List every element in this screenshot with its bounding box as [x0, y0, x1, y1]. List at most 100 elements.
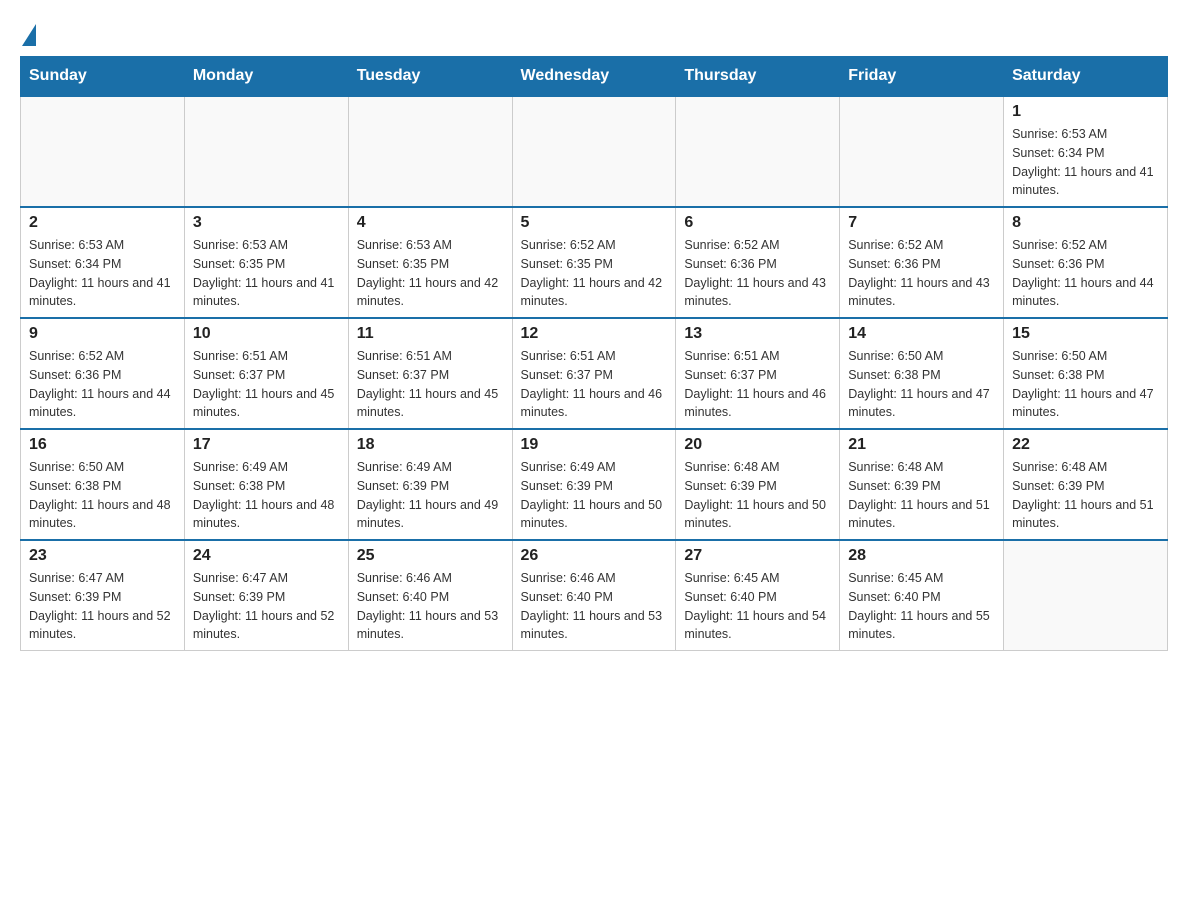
- calendar-cell: 16 Sunrise: 6:50 AMSunset: 6:38 PMDayligh…: [21, 429, 185, 540]
- day-info: Sunrise: 6:49 AMSunset: 6:38 PMDaylight:…: [193, 458, 340, 533]
- day-info: Sunrise: 6:48 AMSunset: 6:39 PMDaylight:…: [848, 458, 995, 533]
- calendar-cell: 23Sunrise: 6:47 AMSunset: 6:39 PMDayligh…: [21, 540, 185, 651]
- calendar-cell: 3 Sunrise: 6:53 AMSunset: 6:35 PMDaylight…: [184, 207, 348, 318]
- day-number: 7: [848, 214, 995, 232]
- day-info: Sunrise: 6:47 AMSunset: 6:39 PMDaylight:…: [193, 569, 340, 644]
- weekday-header-saturday: Saturday: [1004, 57, 1168, 97]
- day-number: 8: [1012, 214, 1159, 232]
- day-number: 23: [29, 547, 176, 565]
- day-info: Sunrise: 6:52 AMSunset: 6:36 PMDaylight:…: [29, 347, 176, 422]
- day-number: 16: [29, 436, 176, 454]
- calendar-cell: [348, 96, 512, 207]
- calendar-cell: 15 Sunrise: 6:50 AMSunset: 6:38 PMDayligh…: [1004, 318, 1168, 429]
- day-number: 17: [193, 436, 340, 454]
- day-info: Sunrise: 6:53 AMSunset: 6:34 PMDaylight:…: [29, 236, 176, 311]
- day-info: Sunrise: 6:45 AMSunset: 6:40 PMDaylight:…: [684, 569, 831, 644]
- calendar-cell: 2 Sunrise: 6:53 AMSunset: 6:34 PMDaylight…: [21, 207, 185, 318]
- calendar-cell: 6Sunrise: 6:52 AMSunset: 6:36 PMDaylight…: [676, 207, 840, 318]
- day-info: Sunrise: 6:53 AMSunset: 6:35 PMDaylight:…: [193, 236, 340, 311]
- calendar-week-row: 16 Sunrise: 6:50 AMSunset: 6:38 PMDayligh…: [21, 429, 1168, 540]
- calendar-cell: 14 Sunrise: 6:50 AMSunset: 6:38 PMDayligh…: [840, 318, 1004, 429]
- weekday-header-tuesday: Tuesday: [348, 57, 512, 97]
- day-info: Sunrise: 6:49 AMSunset: 6:39 PMDaylight:…: [521, 458, 668, 533]
- day-number: 22: [1012, 436, 1159, 454]
- day-number: 13: [684, 325, 831, 343]
- calendar-cell: 12 Sunrise: 6:51 AMSunset: 6:37 PMDayligh…: [512, 318, 676, 429]
- calendar-week-row: 23 Sunrise: 6:47 AMSunset: 6:39 PMDayligh…: [21, 540, 1168, 651]
- calendar-cell: [21, 96, 185, 207]
- calendar-header-row: SundayMondayTuesdayWednesdayThursdayFrid…: [21, 57, 1168, 97]
- weekday-header-sunday: Sunday: [21, 57, 185, 97]
- day-info: Sunrise: 6:52 AMSunset: 6:35 PMDaylight:…: [521, 236, 668, 311]
- calendar-cell: 19Sunrise: 6:49 AMSunset: 6:39 PMDayligh…: [512, 429, 676, 540]
- calendar-cell: 21 Sunrise: 6:48 AMSunset: 6:39 PMDayligh…: [840, 429, 1004, 540]
- day-number: 27: [684, 547, 831, 565]
- day-info: Sunrise: 6:45 AMSunset: 6:40 PMDaylight:…: [848, 569, 995, 644]
- day-number: 15: [1012, 325, 1159, 343]
- day-number: 20: [684, 436, 831, 454]
- day-number: 4: [357, 214, 504, 232]
- calendar-cell: [512, 96, 676, 207]
- day-number: 24: [193, 547, 340, 565]
- day-info: Sunrise: 6:53 AMSunset: 6:34 PMDaylight:…: [1012, 125, 1159, 200]
- calendar-cell: 9 Sunrise: 6:52 AMSunset: 6:36 PMDaylight…: [21, 318, 185, 429]
- day-number: 21: [848, 436, 995, 454]
- calendar-cell: 22 Sunrise: 6:48 AMSunset: 6:39 PMDayligh…: [1004, 429, 1168, 540]
- calendar-week-row: 2 Sunrise: 6:53 AMSunset: 6:34 PMDaylight…: [21, 207, 1168, 318]
- day-info: Sunrise: 6:51 AMSunset: 6:37 PMDaylight:…: [193, 347, 340, 422]
- calendar-cell: 25Sunrise: 6:46 AMSunset: 6:40 PMDayligh…: [348, 540, 512, 651]
- day-number: 9: [29, 325, 176, 343]
- calendar-cell: 26 Sunrise: 6:46 AMSunset: 6:40 PMDayligh…: [512, 540, 676, 651]
- calendar-cell: [184, 96, 348, 207]
- calendar-cell: 1 Sunrise: 6:53 AMSunset: 6:34 PMDaylight…: [1004, 96, 1168, 207]
- day-number: 1: [1012, 103, 1159, 121]
- calendar-cell: 4 Sunrise: 6:53 AMSunset: 6:35 PMDaylight…: [348, 207, 512, 318]
- day-info: Sunrise: 6:52 AMSunset: 6:36 PMDaylight:…: [848, 236, 995, 311]
- day-info: Sunrise: 6:50 AMSunset: 6:38 PMDaylight:…: [848, 347, 995, 422]
- day-number: 28: [848, 547, 995, 565]
- weekday-header-thursday: Thursday: [676, 57, 840, 97]
- day-info: Sunrise: 6:53 AMSunset: 6:35 PMDaylight:…: [357, 236, 504, 311]
- calendar-cell: [1004, 540, 1168, 651]
- calendar-cell: 5 Sunrise: 6:52 AMSunset: 6:35 PMDaylight…: [512, 207, 676, 318]
- day-info: Sunrise: 6:48 AMSunset: 6:39 PMDaylight:…: [1012, 458, 1159, 533]
- calendar-cell: 17 Sunrise: 6:49 AMSunset: 6:38 PMDayligh…: [184, 429, 348, 540]
- weekday-header-wednesday: Wednesday: [512, 57, 676, 97]
- calendar-cell: [676, 96, 840, 207]
- day-number: 5: [521, 214, 668, 232]
- calendar-cell: 28 Sunrise: 6:45 AMSunset: 6:40 PMDayligh…: [840, 540, 1004, 651]
- day-info: Sunrise: 6:51 AMSunset: 6:37 PMDaylight:…: [684, 347, 831, 422]
- day-info: Sunrise: 6:48 AMSunset: 6:39 PMDaylight:…: [684, 458, 831, 533]
- day-number: 26: [521, 547, 668, 565]
- day-number: 18: [357, 436, 504, 454]
- calendar-cell: [840, 96, 1004, 207]
- weekday-header-friday: Friday: [840, 57, 1004, 97]
- day-info: Sunrise: 6:50 AMSunset: 6:38 PMDaylight:…: [29, 458, 176, 533]
- day-number: 11: [357, 325, 504, 343]
- page-header: [20, 20, 1168, 46]
- weekday-header-monday: Monday: [184, 57, 348, 97]
- calendar-week-row: 9 Sunrise: 6:52 AMSunset: 6:36 PMDaylight…: [21, 318, 1168, 429]
- day-number: 3: [193, 214, 340, 232]
- day-info: Sunrise: 6:50 AMSunset: 6:38 PMDaylight:…: [1012, 347, 1159, 422]
- day-number: 2: [29, 214, 176, 232]
- calendar-week-row: 1 Sunrise: 6:53 AMSunset: 6:34 PMDaylight…: [21, 96, 1168, 207]
- calendar-table: SundayMondayTuesdayWednesdayThursdayFrid…: [20, 56, 1168, 651]
- calendar-cell: 7 Sunrise: 6:52 AMSunset: 6:36 PMDaylight…: [840, 207, 1004, 318]
- logo: [20, 20, 36, 46]
- calendar-cell: 11 Sunrise: 6:51 AMSunset: 6:37 PMDayligh…: [348, 318, 512, 429]
- calendar-cell: 24 Sunrise: 6:47 AMSunset: 6:39 PMDayligh…: [184, 540, 348, 651]
- calendar-cell: 20 Sunrise: 6:48 AMSunset: 6:39 PMDayligh…: [676, 429, 840, 540]
- day-info: Sunrise: 6:46 AMSunset: 6:40 PMDaylight:…: [521, 569, 668, 644]
- day-info: Sunrise: 6:51 AMSunset: 6:37 PMDaylight:…: [521, 347, 668, 422]
- calendar-cell: 27 Sunrise: 6:45 AMSunset: 6:40 PMDayligh…: [676, 540, 840, 651]
- logo-triangle-icon: [22, 24, 36, 46]
- day-number: 12: [521, 325, 668, 343]
- day-info: Sunrise: 6:46 AMSunset: 6:40 PMDaylight:…: [357, 569, 504, 644]
- day-number: 10: [193, 325, 340, 343]
- calendar-cell: 13 Sunrise: 6:51 AMSunset: 6:37 PMDayligh…: [676, 318, 840, 429]
- day-number: 14: [848, 325, 995, 343]
- calendar-cell: 18Sunrise: 6:49 AMSunset: 6:39 PMDayligh…: [348, 429, 512, 540]
- day-info: Sunrise: 6:51 AMSunset: 6:37 PMDaylight:…: [357, 347, 504, 422]
- calendar-cell: 10 Sunrise: 6:51 AMSunset: 6:37 PMDayligh…: [184, 318, 348, 429]
